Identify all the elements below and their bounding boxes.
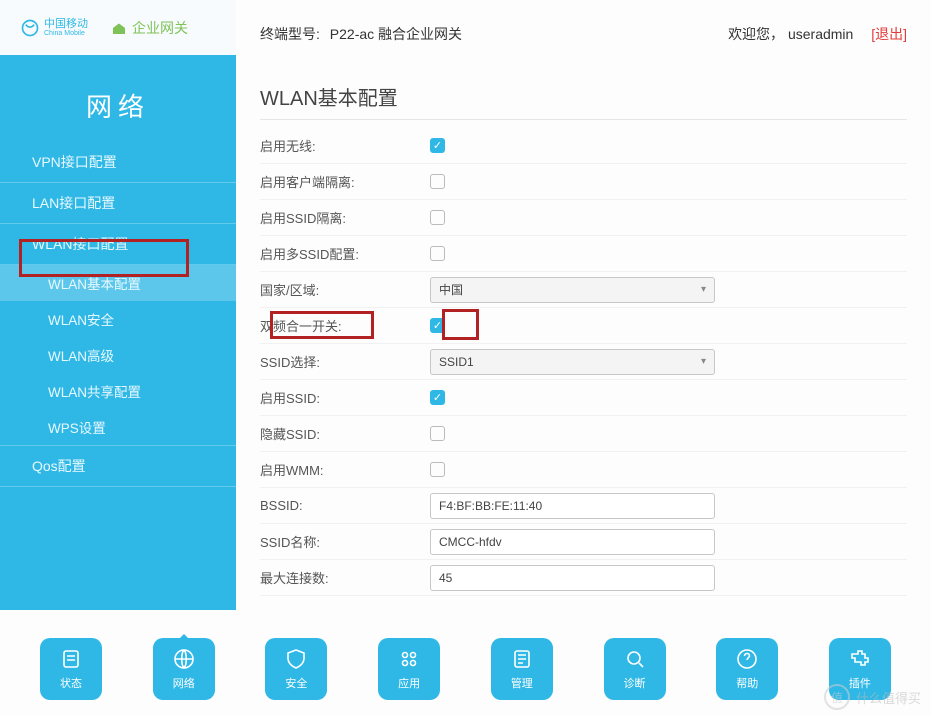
nav-security-label: 安全 <box>285 675 307 691</box>
welcome-prefix: 欢迎您， <box>728 26 784 42</box>
chevron-down-icon: ▾ <box>701 284 706 295</box>
checkbox-ssid-isolation[interactable] <box>430 210 445 225</box>
china-mobile-logo: 中国移动 China Mobile <box>20 18 88 38</box>
status-icon <box>59 647 83 671</box>
watermark-badge: 值 <box>824 684 850 710</box>
globe-icon <box>172 647 196 671</box>
label-country: 国家/区域: <box>260 280 430 299</box>
label-dual-band: 双频合一开关: <box>260 316 430 335</box>
shield-icon <box>284 647 308 671</box>
apps-icon <box>397 647 421 671</box>
label-enable-wmm: 启用WMM: <box>260 460 430 479</box>
watermark: 值 什么值得买 <box>824 684 921 710</box>
nav-network[interactable]: 网络 <box>153 638 215 700</box>
model-value: P22-ac 融合企业网关 <box>330 26 462 42</box>
chevron-down-icon: ▾ <box>701 356 706 367</box>
checkbox-enable-wmm[interactable] <box>430 462 445 477</box>
sidebar-item-vpn[interactable]: VPN接口配置 <box>0 142 236 183</box>
row-hide-ssid: 隐藏SSID: <box>260 416 907 452</box>
nav-security[interactable]: 安全 <box>265 638 327 700</box>
row-enable-wmm: 启用WMM: <box>260 452 907 488</box>
sidebar-item-wlan-advanced[interactable]: WLAN高级 <box>0 337 236 373</box>
search-icon <box>623 647 647 671</box>
checkbox-dual-band[interactable]: ✓ <box>430 318 445 333</box>
row-enable-ssid: 启用SSID: ✓ <box>260 380 907 416</box>
gateway-logo: 企业网关 <box>110 18 188 38</box>
row-dual-band: 双频合一开关: ✓ <box>260 308 907 344</box>
select-country-value: 中国 <box>439 281 463 298</box>
brand-cm-bottom: China Mobile <box>44 30 88 37</box>
label-enable-wireless: 启用无线: <box>260 136 430 155</box>
label-enable-ssid: 启用SSID: <box>260 388 430 407</box>
model-label: 终端型号: <box>260 26 320 42</box>
sidebar-item-wlan-interface[interactable]: WLAN接口配置 <box>0 224 236 265</box>
manage-icon <box>510 647 534 671</box>
row-max-conn: 最大连接数: 45 <box>260 560 907 596</box>
row-bssid: BSSID: F4:BF:BB:FE:11:40 <box>260 488 907 524</box>
sidebar-item-wlan-share[interactable]: WLAN共享配置 <box>0 373 236 409</box>
nav-status[interactable]: 状态 <box>40 638 102 700</box>
label-ssid-select: SSID选择: <box>260 352 430 371</box>
plugin-icon <box>848 647 872 671</box>
brand-cm-top: 中国移动 <box>44 19 88 30</box>
brand-gw: 企业网关 <box>132 18 188 38</box>
sidebar-item-lan[interactable]: LAN接口配置 <box>0 183 236 224</box>
watermark-text: 什么值得买 <box>856 688 921 707</box>
input-bssid[interactable]: F4:BF:BB:FE:11:40 <box>430 493 715 519</box>
label-bssid: BSSID: <box>260 498 430 513</box>
nav-manage-label: 管理 <box>511 675 533 691</box>
input-ssid-name-value: CMCC-hfdv <box>439 535 502 549</box>
input-ssid-name[interactable]: CMCC-hfdv <box>430 529 715 555</box>
select-ssid[interactable]: SSID1 ▾ <box>430 349 715 375</box>
page-title: WLAN基本配置 <box>260 52 907 120</box>
bottom-nav: 状态 网络 安全 应用 管理 诊断 帮助 插件 <box>0 638 931 700</box>
label-ssid-isolation: 启用SSID隔离: <box>260 208 430 227</box>
nav-network-label: 网络 <box>173 675 195 691</box>
checkbox-multi-ssid[interactable] <box>430 246 445 261</box>
row-ssid-name: SSID名称: CMCC-hfdv <box>260 524 907 560</box>
nav-apps[interactable]: 应用 <box>378 638 440 700</box>
label-multi-ssid: 启用多SSID配置: <box>260 244 430 263</box>
checkbox-client-isolation[interactable] <box>430 174 445 189</box>
username: useradmin <box>788 26 853 42</box>
help-icon <box>735 647 759 671</box>
sidebar-item-wps[interactable]: WPS设置 <box>0 409 236 445</box>
nav-status-label: 状态 <box>60 675 82 691</box>
row-enable-wireless: 启用无线: ✓ <box>260 128 907 164</box>
label-max-conn: 最大连接数: <box>260 568 430 587</box>
nav-help[interactable]: 帮助 <box>716 638 778 700</box>
select-ssid-value: SSID1 <box>439 355 474 369</box>
topbar: 终端型号: P22-ac 融合企业网关 欢迎您， useradmin [退出] <box>260 10 907 52</box>
nav-diagnose[interactable]: 诊断 <box>604 638 666 700</box>
row-multi-ssid: 启用多SSID配置: <box>260 236 907 272</box>
label-ssid-name: SSID名称: <box>260 532 430 551</box>
nav-diagnose-label: 诊断 <box>624 675 646 691</box>
sidebar-item-wlan-basic[interactable]: WLAN基本配置 <box>0 265 236 301</box>
checkbox-enable-ssid[interactable]: ✓ <box>430 390 445 405</box>
main-content: 终端型号: P22-ac 融合企业网关 欢迎您， useradmin [退出] … <box>236 0 931 610</box>
checkbox-enable-wireless[interactable]: ✓ <box>430 138 445 153</box>
input-max-conn-value: 45 <box>439 571 452 585</box>
select-country[interactable]: 中国 ▾ <box>430 277 715 303</box>
input-bssid-value: F4:BF:BB:FE:11:40 <box>439 499 542 513</box>
row-client-isolation: 启用客户端隔离: <box>260 164 907 200</box>
label-hide-ssid: 隐藏SSID: <box>260 424 430 443</box>
row-country: 国家/区域: 中国 ▾ <box>260 272 907 308</box>
logout-link[interactable]: [退出] <box>871 26 907 42</box>
nav-help-label: 帮助 <box>736 675 758 691</box>
nav-apps-label: 应用 <box>398 675 420 691</box>
row-ssid-isolation: 启用SSID隔离: <box>260 200 907 236</box>
sidebar: 中国移动 China Mobile 企业网关 网络 VPN接口配置 LAN接口配… <box>0 0 236 610</box>
sidebar-item-qos[interactable]: Qos配置 <box>0 445 236 487</box>
checkbox-hide-ssid[interactable] <box>430 426 445 441</box>
row-ssid-select: SSID选择: SSID1 ▾ <box>260 344 907 380</box>
label-client-isolation: 启用客户端隔离: <box>260 172 430 191</box>
nav-manage[interactable]: 管理 <box>491 638 553 700</box>
input-max-conn[interactable]: 45 <box>430 565 715 591</box>
sidebar-item-wlan-security[interactable]: WLAN安全 <box>0 301 236 337</box>
brand-row: 中国移动 China Mobile 企业网关 <box>0 0 236 55</box>
sidebar-title: 网络 <box>0 55 236 142</box>
